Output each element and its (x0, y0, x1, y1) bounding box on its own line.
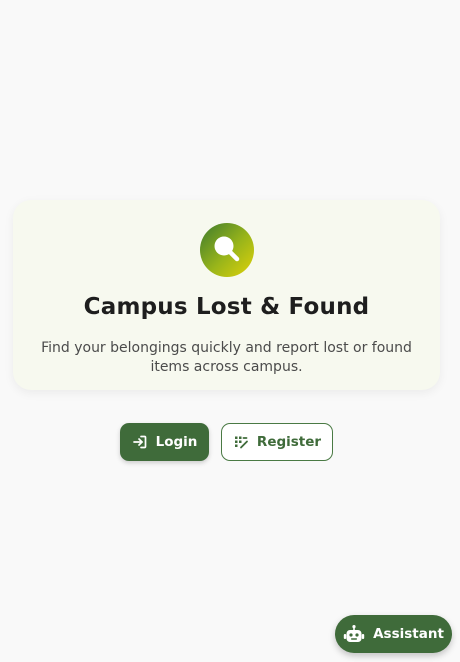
assistant-button[interactable]: Assistant (335, 615, 452, 653)
robot-icon (343, 624, 365, 644)
search-magnifier-icon (200, 223, 254, 277)
hero-card: Campus Lost & Found Find your belongings… (13, 200, 440, 390)
page-title: Campus Lost & Found (83, 294, 370, 320)
page-subtitle: Find your belongings quickly and report … (41, 340, 412, 375)
register-form-icon (233, 434, 249, 450)
login-arrow-icon (132, 434, 148, 450)
register-button[interactable]: Register (221, 423, 333, 461)
login-button[interactable]: Login (120, 423, 209, 461)
register-button-label: Register (256, 434, 322, 450)
login-button-label: Login (155, 434, 198, 450)
assistant-button-label: Assistant (373, 626, 444, 642)
